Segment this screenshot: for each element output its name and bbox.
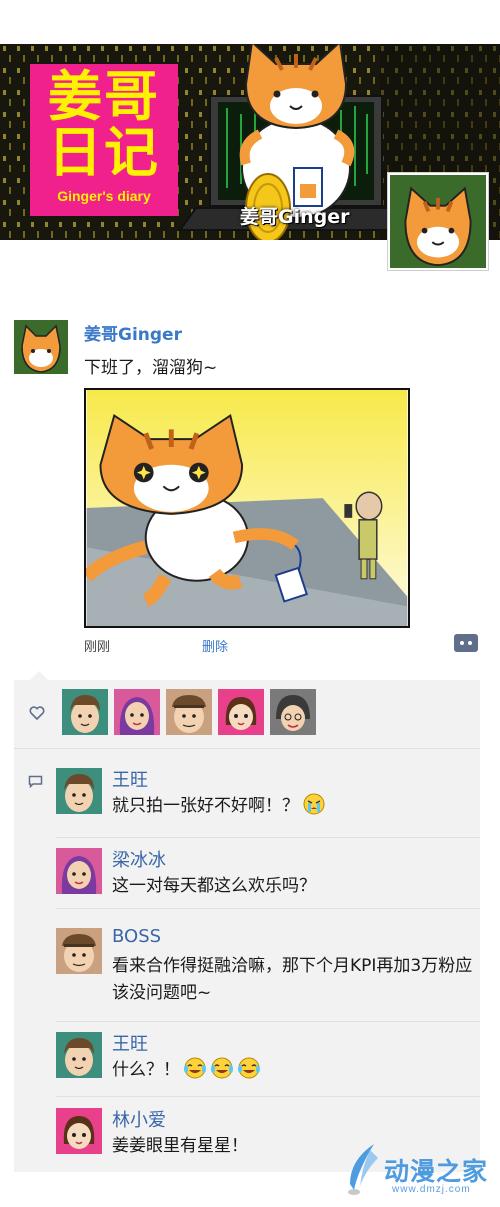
interaction-panel: 王旺 就只拍一张好不好啊！？ 梁冰冰 这一对每天都这么欢乐吗？ BOSS 看来合… bbox=[14, 680, 480, 1172]
boy-avatar-image bbox=[56, 768, 102, 814]
like-avatar-wangwang[interactable] bbox=[62, 689, 108, 735]
like-avatar-liangbingbing[interactable] bbox=[114, 689, 160, 735]
girl-avatar-image bbox=[218, 689, 264, 735]
commenter-avatar[interactable] bbox=[56, 768, 102, 814]
comment-divider bbox=[56, 908, 480, 909]
cat-avatar-image bbox=[14, 320, 68, 374]
watermark-url: www.dmzj.com bbox=[392, 1184, 471, 1195]
commenter-name[interactable]: 王旺 bbox=[112, 766, 148, 792]
boss-avatar-image bbox=[166, 689, 212, 735]
girl-avatar-image bbox=[56, 1108, 102, 1154]
commenter-name[interactable]: 梁冰冰 bbox=[112, 846, 166, 872]
comment-text: 就只拍一张好不好啊！？ bbox=[112, 793, 478, 820]
like-avatar-grandma[interactable] bbox=[270, 689, 316, 735]
laugh-cry-emoji-icon bbox=[211, 1057, 233, 1079]
laugh-cry-emoji-icon bbox=[184, 1057, 206, 1079]
comment-icon bbox=[28, 775, 43, 788]
commenter-avatar[interactable] bbox=[56, 1032, 102, 1078]
like-avatar-linxiaoai[interactable] bbox=[218, 689, 264, 735]
post-timestamp: 刚刚 bbox=[84, 640, 111, 655]
diary-subtitle: Ginger's diary bbox=[57, 188, 151, 204]
boy-avatar-image bbox=[62, 689, 108, 735]
comment-body: 就只拍一张好不好啊！？ bbox=[112, 796, 299, 816]
dot-icon bbox=[460, 641, 464, 645]
diary-title-block: 姜哥 日记 Ginger's diary bbox=[30, 64, 178, 216]
feather-logo-icon bbox=[348, 1144, 378, 1195]
cat-walking-illustration bbox=[86, 390, 408, 626]
comment-menu-button[interactable] bbox=[454, 634, 478, 652]
diary-title-line1: 姜哥 bbox=[48, 65, 160, 128]
site-watermark: 动漫之家 www.dmzj.com bbox=[340, 1140, 496, 1202]
comment-divider bbox=[56, 1096, 480, 1097]
comment-text: 什么？！ bbox=[112, 1057, 478, 1084]
delete-post-link[interactable]: 删除 bbox=[202, 636, 228, 655]
commenter-name[interactable]: 林小爱 bbox=[112, 1106, 166, 1132]
cover-username: 姜哥Ginger bbox=[240, 206, 350, 228]
crying-emoji-icon bbox=[303, 793, 325, 815]
comment-body: 什么？！ bbox=[112, 1060, 180, 1080]
grandma-avatar-image bbox=[270, 689, 316, 735]
woman-avatar-image bbox=[56, 848, 102, 894]
boy-avatar-image bbox=[56, 1032, 102, 1078]
likes-divider bbox=[14, 748, 480, 749]
post-text: 下班了，溜溜狗~ bbox=[84, 358, 218, 378]
diary-title-line2: 日记 bbox=[48, 121, 160, 184]
post-image[interactable] bbox=[84, 388, 410, 628]
boss-avatar-image bbox=[56, 928, 102, 974]
commenter-avatar[interactable] bbox=[56, 848, 102, 894]
cat-avatar-image bbox=[390, 175, 486, 268]
comment-divider bbox=[56, 1021, 480, 1022]
panel-pointer bbox=[30, 671, 48, 680]
dot-icon bbox=[468, 641, 472, 645]
commenter-name[interactable]: 王旺 bbox=[112, 1030, 148, 1056]
commenter-avatar[interactable] bbox=[56, 928, 102, 974]
post-author-name[interactable]: 姜哥Ginger bbox=[84, 320, 182, 345]
watermark-site-name: 动漫之家 bbox=[384, 1157, 489, 1186]
commenter-avatar[interactable] bbox=[56, 1108, 102, 1154]
comment-divider bbox=[56, 837, 480, 838]
comment-text: 这一对每天都这么欢乐吗？ bbox=[112, 876, 316, 896]
heart-icon bbox=[29, 706, 45, 720]
comment-text: 看来合作得挺融洽嘛，那下个月KPI再加3万粉应该没问题吧~ bbox=[112, 956, 473, 1003]
like-avatar-boss[interactable] bbox=[166, 689, 212, 735]
profile-avatar[interactable] bbox=[387, 172, 489, 271]
commenter-name[interactable]: BOSS bbox=[112, 926, 161, 947]
post-author-avatar[interactable] bbox=[14, 320, 68, 374]
laugh-cry-emoji-icon bbox=[238, 1057, 260, 1079]
woman-avatar-image bbox=[114, 689, 160, 735]
likes-row bbox=[14, 680, 480, 748]
